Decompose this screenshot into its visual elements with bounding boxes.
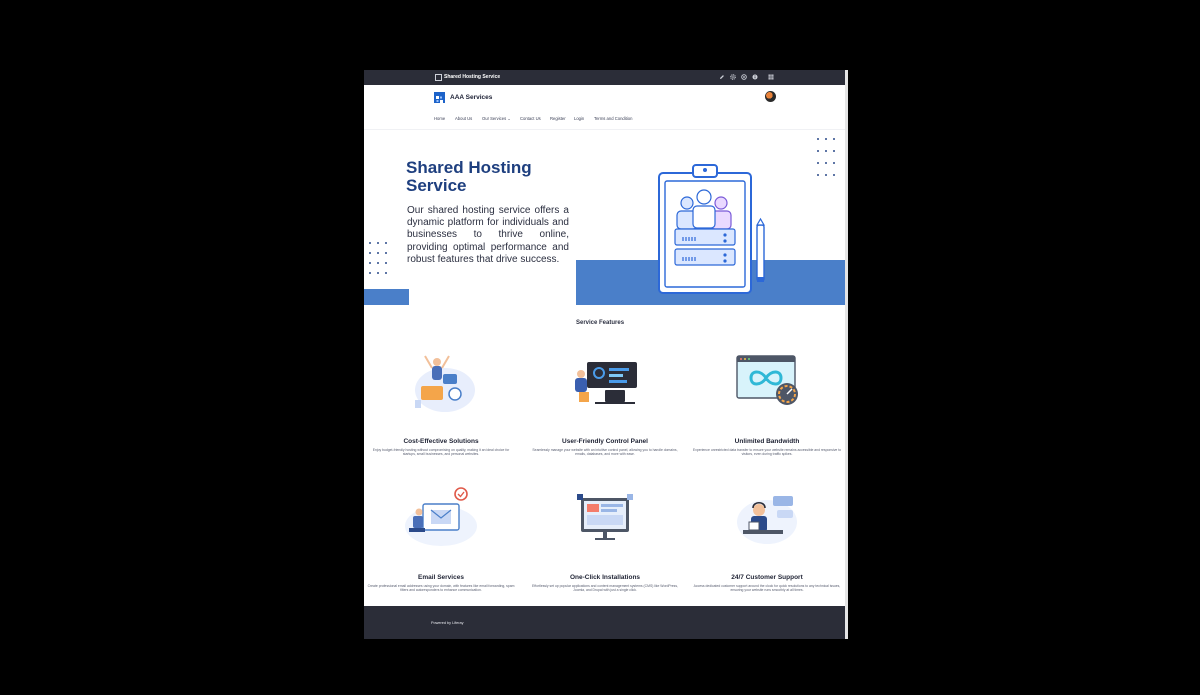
feature-desc: Experience unrestricted data transfer to… — [692, 448, 842, 457]
page-scrollbar[interactable] — [845, 70, 848, 639]
feature-title: Cost-Effective Solutions — [403, 438, 479, 445]
email-illustration — [401, 482, 481, 552]
nav-our-services[interactable]: Our Services ⌄ — [482, 116, 511, 121]
feature-title: User-Friendly Control Panel — [562, 438, 648, 445]
powered-by-link[interactable]: Powered by Liferay — [431, 621, 464, 625]
feature-title: Email Services — [418, 574, 464, 581]
page-viewport: Shared Hosting Service AAA Services Home… — [364, 70, 845, 639]
bandwidth-illustration — [727, 348, 807, 418]
gear-icon[interactable] — [730, 74, 736, 80]
chevron-down-icon: ⌄ — [507, 116, 511, 121]
feature-desc: Enjoy budget-friendly hosting without co… — [372, 448, 510, 457]
decor-block-left — [364, 289, 409, 305]
feature-desc: Effortlessly set up popular applications… — [532, 584, 678, 593]
feature-desc: Seamlessly manage your website with an i… — [532, 448, 678, 457]
header-divider — [364, 129, 845, 130]
features-heading: Service Features — [576, 320, 625, 326]
nav-home[interactable]: Home — [434, 116, 445, 121]
customer-support-illustration — [727, 482, 807, 552]
hero-description: Our shared hosting service offers a dyna… — [407, 205, 569, 265]
feature-title: 24/7 Customer Support — [731, 574, 803, 581]
control-page-title: Shared Hosting Service — [444, 74, 501, 80]
feature-title: One-Click Installations — [569, 574, 641, 581]
edit-icon[interactable] — [719, 74, 725, 80]
site-name[interactable]: AAA Services — [450, 94, 492, 101]
site-logo[interactable] — [434, 92, 445, 103]
clipboard-server-illustration — [657, 163, 777, 300]
installations-illustration — [565, 482, 645, 552]
simulation-icon[interactable] — [741, 74, 747, 80]
info-icon[interactable] — [752, 74, 758, 80]
control-panel-illustration — [565, 348, 645, 418]
nav-login[interactable]: Login — [574, 116, 584, 121]
money-savings-illustration — [401, 348, 481, 418]
nav-terms[interactable]: Terms and Condition — [594, 116, 632, 121]
hero-title: Shared Hosting Service — [406, 158, 532, 195]
footer: Powered by Liferay — [364, 606, 845, 639]
feature-title: Unlimited Bandwidth — [734, 438, 800, 445]
control-menu: Shared Hosting Service — [364, 70, 845, 85]
nav-our-services-label: Our Services — [482, 116, 507, 121]
nav-register[interactable]: Register — [550, 116, 566, 121]
feature-desc: Create professional email addresses usin… — [367, 584, 515, 593]
feature-desc: Access dedicated customer support around… — [693, 584, 841, 593]
page-icon — [435, 74, 442, 81]
nav-about-us[interactable]: About Us — [455, 116, 472, 121]
applications-grid-icon[interactable] — [768, 74, 774, 80]
user-avatar[interactable] — [765, 91, 776, 102]
nav-contact-us[interactable]: Contact Us — [520, 116, 541, 121]
